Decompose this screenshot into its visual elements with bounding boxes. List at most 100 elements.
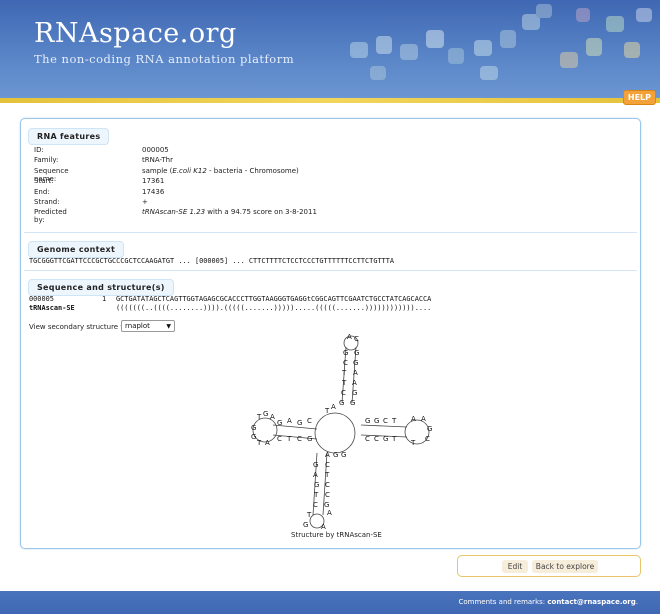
svg-text:T: T — [306, 511, 312, 519]
svg-text:C: C — [343, 359, 348, 367]
svg-text:T: T — [256, 439, 262, 447]
value-italic: tRNAscan-SE 1.23 — [142, 208, 206, 217]
svg-text:G: G — [352, 389, 357, 397]
svg-text:G: G — [251, 424, 256, 432]
footer-prefix: Comments and remarks: — [458, 598, 548, 606]
structure-tool-name: tRNAscan-SE — [29, 304, 75, 312]
feature-value: + — [142, 197, 148, 206]
svg-text:G: G — [251, 433, 256, 441]
feature-value: tRNAscan-SE 1.23 with a 94.75 score on 3… — [142, 208, 317, 216]
action-buttons-panel: Edit Back to explore — [457, 555, 641, 577]
svg-text:G: G — [427, 425, 432, 433]
site-header: RNAspace.org The non-coding RNA annotati… — [0, 0, 660, 98]
svg-text:A: A — [411, 415, 416, 423]
svg-text:A: A — [421, 415, 426, 423]
feature-label: Family: — [34, 156, 59, 165]
svg-text:G: G — [313, 461, 318, 469]
site-title[interactable]: RNAspace.org — [34, 18, 237, 49]
rna-molecules-decoration — [350, 4, 652, 80]
feature-label: End: — [34, 187, 50, 196]
chevron-down-icon: ▼ — [166, 323, 171, 330]
svg-text:T: T — [324, 471, 330, 479]
svg-text:A: A — [331, 403, 336, 411]
dot-bracket-string: (((((((..((((........)))).(((((.......))… — [116, 304, 432, 312]
svg-text:T: T — [324, 407, 330, 415]
svg-text:C: C — [365, 435, 370, 443]
svg-text:G: G — [365, 417, 370, 425]
svg-text:T: T — [256, 413, 262, 421]
svg-text:G: G — [314, 481, 319, 489]
sequence-id: 000005 — [29, 295, 54, 303]
svg-text:G: G — [383, 435, 388, 443]
structure-viewer-select[interactable]: rnaplot ▼ — [121, 320, 175, 332]
svg-text:C: C — [307, 417, 312, 425]
svg-text:C: C — [374, 435, 379, 443]
feature-value: sample (E.coli K12 - bacteria - Chromoso… — [142, 167, 299, 175]
svg-text:G: G — [303, 521, 308, 529]
svg-text:G: G — [343, 349, 348, 357]
view-structure-label: View secondary structure with — [29, 323, 136, 331]
svg-text:T: T — [391, 417, 397, 425]
svg-text:A: A — [325, 451, 330, 459]
svg-text:T: T — [286, 435, 292, 443]
help-button[interactable]: HELP — [622, 90, 656, 105]
value-prefix: sample ( — [142, 166, 173, 175]
svg-text:A: A — [353, 369, 358, 377]
feature-panel: RNA features ID: 000005 Family: tRNA-Thr… — [20, 118, 641, 549]
secondary-structure-plot: AC GG CG TA TA CG GG TA TGA GG TA GAGC C… — [251, 333, 432, 531]
site-footer: Comments and remarks: contact@rnaspace.o… — [0, 591, 660, 614]
svg-text:C: C — [325, 461, 330, 469]
svg-text:A: A — [270, 413, 275, 421]
feature-label: Predicted by: — [34, 208, 67, 225]
sequence-structure-heading: Sequence and structure(s) — [28, 279, 174, 296]
structure-caption: Structure by tRNAscan-SE — [291, 531, 382, 539]
genome-context-heading: Genome context — [28, 241, 125, 258]
section-divider — [24, 232, 637, 233]
sequence-string: GCTGATATAGCTCAGTTGGTAGAGCGCACCCTTGGTAAGG… — [116, 295, 432, 303]
svg-text:A: A — [347, 333, 352, 341]
footer-suffix: . — [635, 598, 638, 606]
svg-text:G: G — [307, 435, 312, 443]
svg-text:C: C — [325, 481, 330, 489]
contact-email-link[interactable]: contact@rnaspace.org — [547, 598, 635, 606]
svg-text:C: C — [325, 491, 330, 499]
svg-text:C: C — [341, 389, 346, 397]
value-suffix: with a 94.75 score on 3-8-2011 — [205, 208, 317, 217]
section-divider — [24, 270, 637, 271]
svg-text:G: G — [374, 417, 379, 425]
svg-text:C: C — [383, 417, 388, 425]
site-subtitle: The non-coding RNA annotation platform — [34, 52, 295, 66]
feature-value: 000005 — [142, 146, 169, 154]
svg-text:G: G — [277, 419, 282, 427]
sequence-position: 1 — [102, 295, 107, 303]
svg-text:C: C — [425, 435, 430, 443]
svg-text:G: G — [297, 419, 302, 427]
value-suffix: - bacteria - Chromosome) — [206, 166, 299, 175]
svg-text:C: C — [277, 435, 282, 443]
feature-value: 17436 — [142, 187, 165, 196]
feature-value: 17361 — [142, 177, 165, 186]
svg-text:C: C — [354, 335, 359, 343]
svg-text:T: T — [313, 491, 319, 499]
svg-text:C: C — [313, 501, 318, 509]
edit-button[interactable]: Edit — [502, 560, 528, 573]
value-italic: E.coli K12 — [172, 166, 207, 175]
header-accent-stripe — [0, 98, 660, 103]
svg-text:G: G — [341, 451, 346, 459]
svg-text:G: G — [354, 349, 359, 357]
svg-text:G: G — [350, 399, 355, 407]
svg-text:G: G — [333, 451, 338, 459]
svg-text:G: G — [353, 359, 358, 367]
feature-label: Strand: — [34, 197, 60, 206]
selected-option: rnaplot — [125, 322, 150, 330]
svg-text:A: A — [313, 471, 318, 479]
feature-label: Start: — [34, 177, 54, 186]
genome-context-line: TGCGGGTTCGATTCCCGCTGCCCGCTCCAAGATGT ... … — [29, 257, 395, 265]
svg-text:G: G — [263, 410, 268, 418]
svg-text:T: T — [410, 439, 416, 447]
feature-label: ID: — [34, 146, 44, 154]
svg-text:A: A — [321, 523, 326, 531]
back-to-explore-button[interactable]: Back to explore — [532, 560, 598, 573]
svg-text:A: A — [352, 379, 357, 387]
svg-text:T: T — [341, 379, 347, 387]
